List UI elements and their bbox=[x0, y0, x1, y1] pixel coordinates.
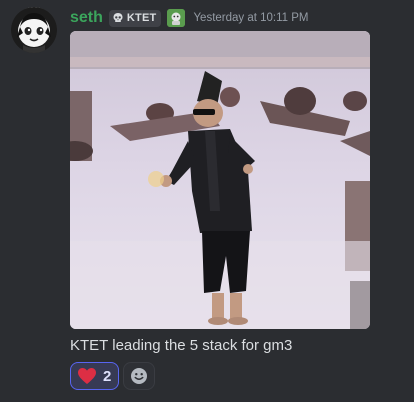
reactions-bar: 2 bbox=[70, 362, 156, 390]
message-content: KTET leading the 5 stack for gm3 bbox=[70, 337, 293, 354]
message-header: seth KTET Yesterday at 10:11 PM bbox=[70, 6, 309, 30]
avatar-art bbox=[11, 7, 57, 53]
skull-icon bbox=[113, 13, 123, 22]
clan-tag-label: KTET bbox=[126, 12, 157, 24]
user-avatar[interactable] bbox=[11, 7, 57, 53]
clan-tag-badge[interactable]: KTET bbox=[108, 9, 162, 27]
gif-embed[interactable] bbox=[70, 31, 370, 329]
add-reaction-button[interactable] bbox=[123, 362, 156, 390]
role-badge-icon[interactable] bbox=[167, 9, 186, 27]
message-timestamp: Yesterday at 10:11 PM bbox=[193, 12, 309, 24]
chat-message: seth KTET Yesterday at 10:11 PM KTET lea… bbox=[0, 0, 414, 402]
username[interactable]: seth bbox=[70, 9, 103, 27]
add-reaction-smiley-icon bbox=[131, 368, 148, 384]
reaction-heart[interactable]: 2 bbox=[70, 362, 120, 390]
reaction-count: 2 bbox=[103, 367, 112, 385]
heart-icon bbox=[78, 368, 96, 384]
gif-frame bbox=[70, 31, 370, 329]
